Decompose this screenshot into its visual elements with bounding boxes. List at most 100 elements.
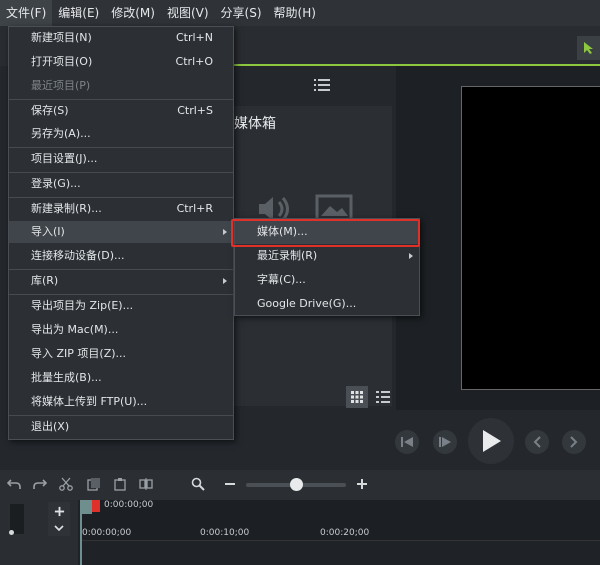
grid-view-button[interactable] <box>346 386 368 408</box>
zoom-button[interactable] <box>190 476 206 492</box>
step-forward-button[interactable] <box>433 430 457 454</box>
menu-item-connect-mobile[interactable]: 连接移动设备(D)... <box>9 245 233 267</box>
split-button[interactable] <box>138 476 154 492</box>
step-forward-icon <box>439 437 451 447</box>
track-dot <box>9 530 14 535</box>
menu-item-open-project[interactable]: 打开项目(O) Ctrl+O <box>9 51 233 73</box>
menu-item-label: 将媒体上传到 FTP(U)... <box>31 395 148 408</box>
submenu-item-label: Google Drive(G)... <box>257 297 357 310</box>
ruler-label-20: 0:00:20;00 <box>320 528 370 538</box>
menu-item-label: 导入(I) <box>31 225 65 238</box>
grid-icon <box>351 391 363 403</box>
submenu-item-label: 字幕(C)... <box>257 273 306 286</box>
zoom-in-button[interactable] <box>354 476 370 492</box>
playhead-line <box>80 514 82 565</box>
chevron-right-icon <box>570 436 578 448</box>
detail-list-icon <box>376 391 390 403</box>
plus-icon <box>54 506 64 516</box>
menu-view[interactable]: 视图(V) <box>161 0 215 26</box>
import-submenu: 媒体(M)... 最近录制(R) 字幕(C)... Google Drive(G… <box>234 218 420 316</box>
menu-item-batch[interactable]: 批量生成(B)... <box>9 367 233 389</box>
menu-item-export-zip[interactable]: 导出项目为 Zip(E)... <box>9 295 233 317</box>
menu-item-library[interactable]: 库(R) <box>9 270 233 292</box>
menu-item-save-as[interactable]: 另存为(A)... <box>9 123 233 145</box>
playhead-marker[interactable] <box>80 500 92 514</box>
scissors-icon <box>59 477 73 491</box>
menu-item-project-settings[interactable]: 项目设置(J)... <box>9 148 233 170</box>
cursor-tool-button[interactable] <box>577 36 600 60</box>
submenu-item-google-drive[interactable]: Google Drive(G)... <box>235 292 419 316</box>
menu-item-login[interactable]: 登录(G)... <box>9 173 233 195</box>
paste-button[interactable] <box>112 476 128 492</box>
menu-item-label: 导出项目为 Zip(E)... <box>31 299 134 312</box>
undo-button[interactable] <box>6 476 22 492</box>
menu-item-label: 库(R) <box>31 274 59 287</box>
submenu-item-media[interactable]: 媒体(M)... <box>235 220 419 244</box>
copy-button[interactable] <box>86 476 102 492</box>
menu-file[interactable]: 文件(F) <box>0 0 53 26</box>
menu-modify[interactable]: 修改(M) <box>105 0 161 26</box>
menu-item-shortcut: Ctrl+O <box>175 55 213 68</box>
menu-item-shortcut: Ctrl+S <box>177 104 213 117</box>
list-view-button[interactable] <box>372 386 394 408</box>
playhead-timecode: 0:00:00;00 <box>104 500 154 510</box>
menu-item-label: 退出(X) <box>31 420 70 433</box>
menu-edit[interactable]: 编辑(E) <box>52 0 105 26</box>
menu-item-label: 保存(S) <box>31 104 69 117</box>
previous-button[interactable] <box>525 430 549 454</box>
menu-item-label: 导出为 Mac(M)... <box>31 323 119 336</box>
step-back-button[interactable] <box>395 430 419 454</box>
cut-button[interactable] <box>58 476 74 492</box>
menu-item-save[interactable]: 保存(S) Ctrl+S <box>9 100 233 122</box>
minus-icon <box>225 483 235 485</box>
play-button[interactable] <box>468 418 514 464</box>
zoom-out-button[interactable] <box>222 476 238 492</box>
chevron-left-icon <box>533 436 541 448</box>
file-menu-dropdown: 新建项目(N) Ctrl+N 打开项目(O) Ctrl+O 最近项目(P) 保存… <box>8 26 234 440</box>
undo-icon <box>7 479 21 489</box>
menu-item-label: 批量生成(B)... <box>31 371 102 384</box>
zoom-slider-knob[interactable] <box>290 478 303 491</box>
panel-tabbar <box>234 66 392 106</box>
chevron-down-icon <box>54 524 64 531</box>
menu-item-label: 导入 ZIP 项目(Z)... <box>31 347 127 360</box>
submenu-arrow-icon <box>223 278 227 284</box>
menu-item-export-mac[interactable]: 导出为 Mac(M)... <box>9 319 233 341</box>
redo-icon <box>33 479 47 489</box>
menu-item-upload-ftp[interactable]: 将媒体上传到 FTP(U)... <box>9 391 233 413</box>
list-icon[interactable] <box>314 78 330 92</box>
media-bin-title: 媒体箱 <box>234 116 276 132</box>
menu-item-label: 另存为(A)... <box>31 127 91 140</box>
menu-item-label: 项目设置(J)... <box>31 152 98 165</box>
menu-item-label: 连接移动设备(D)... <box>31 249 125 262</box>
menu-help[interactable]: 帮助(H) <box>268 0 322 26</box>
submenu-arrow-icon <box>409 253 413 259</box>
add-track-button[interactable] <box>48 502 70 520</box>
submenu-item-captions[interactable]: 字幕(C)... <box>235 268 419 292</box>
redo-button[interactable] <box>32 476 48 492</box>
menu-item-label: 新建录制(R)... <box>31 202 102 215</box>
menu-item-import[interactable]: 导入(I) <box>9 221 233 243</box>
arrow-cursor-icon <box>583 42 593 54</box>
submenu-arrow-icon <box>223 229 227 235</box>
menu-item-shortcut: Ctrl+N <box>175 31 213 44</box>
next-button[interactable] <box>562 430 586 454</box>
menu-item-import-zip[interactable]: 导入 ZIP 项目(Z)... <box>9 343 233 365</box>
submenu-item-label: 最近录制(R) <box>257 249 318 262</box>
menu-item-new-project[interactable]: 新建项目(N) Ctrl+N <box>9 27 233 49</box>
collapse-tracks-button[interactable] <box>48 520 70 536</box>
menu-item-label: 新建项目(N) <box>31 31 92 44</box>
plus-icon <box>357 479 367 489</box>
menu-item-new-recording[interactable]: 新建录制(R)... Ctrl+R <box>9 198 233 220</box>
copy-icon <box>87 478 100 491</box>
menu-item-label: 打开项目(O) <box>31 55 93 68</box>
menu-item-recent-projects: 最近项目(P) <box>9 75 233 97</box>
ruler-label-10: 0:00:10;00 <box>200 528 250 538</box>
submenu-item-recent-recordings[interactable]: 最近录制(R) <box>235 244 419 268</box>
playhead-red-marker <box>92 500 100 512</box>
magnifier-icon <box>191 477 205 491</box>
submenu-item-label: 媒体(M)... <box>257 225 308 238</box>
menu-item-label: 登录(G)... <box>31 177 81 190</box>
menu-share[interactable]: 分享(S) <box>215 0 268 26</box>
menu-item-exit[interactable]: 退出(X) <box>9 416 233 438</box>
